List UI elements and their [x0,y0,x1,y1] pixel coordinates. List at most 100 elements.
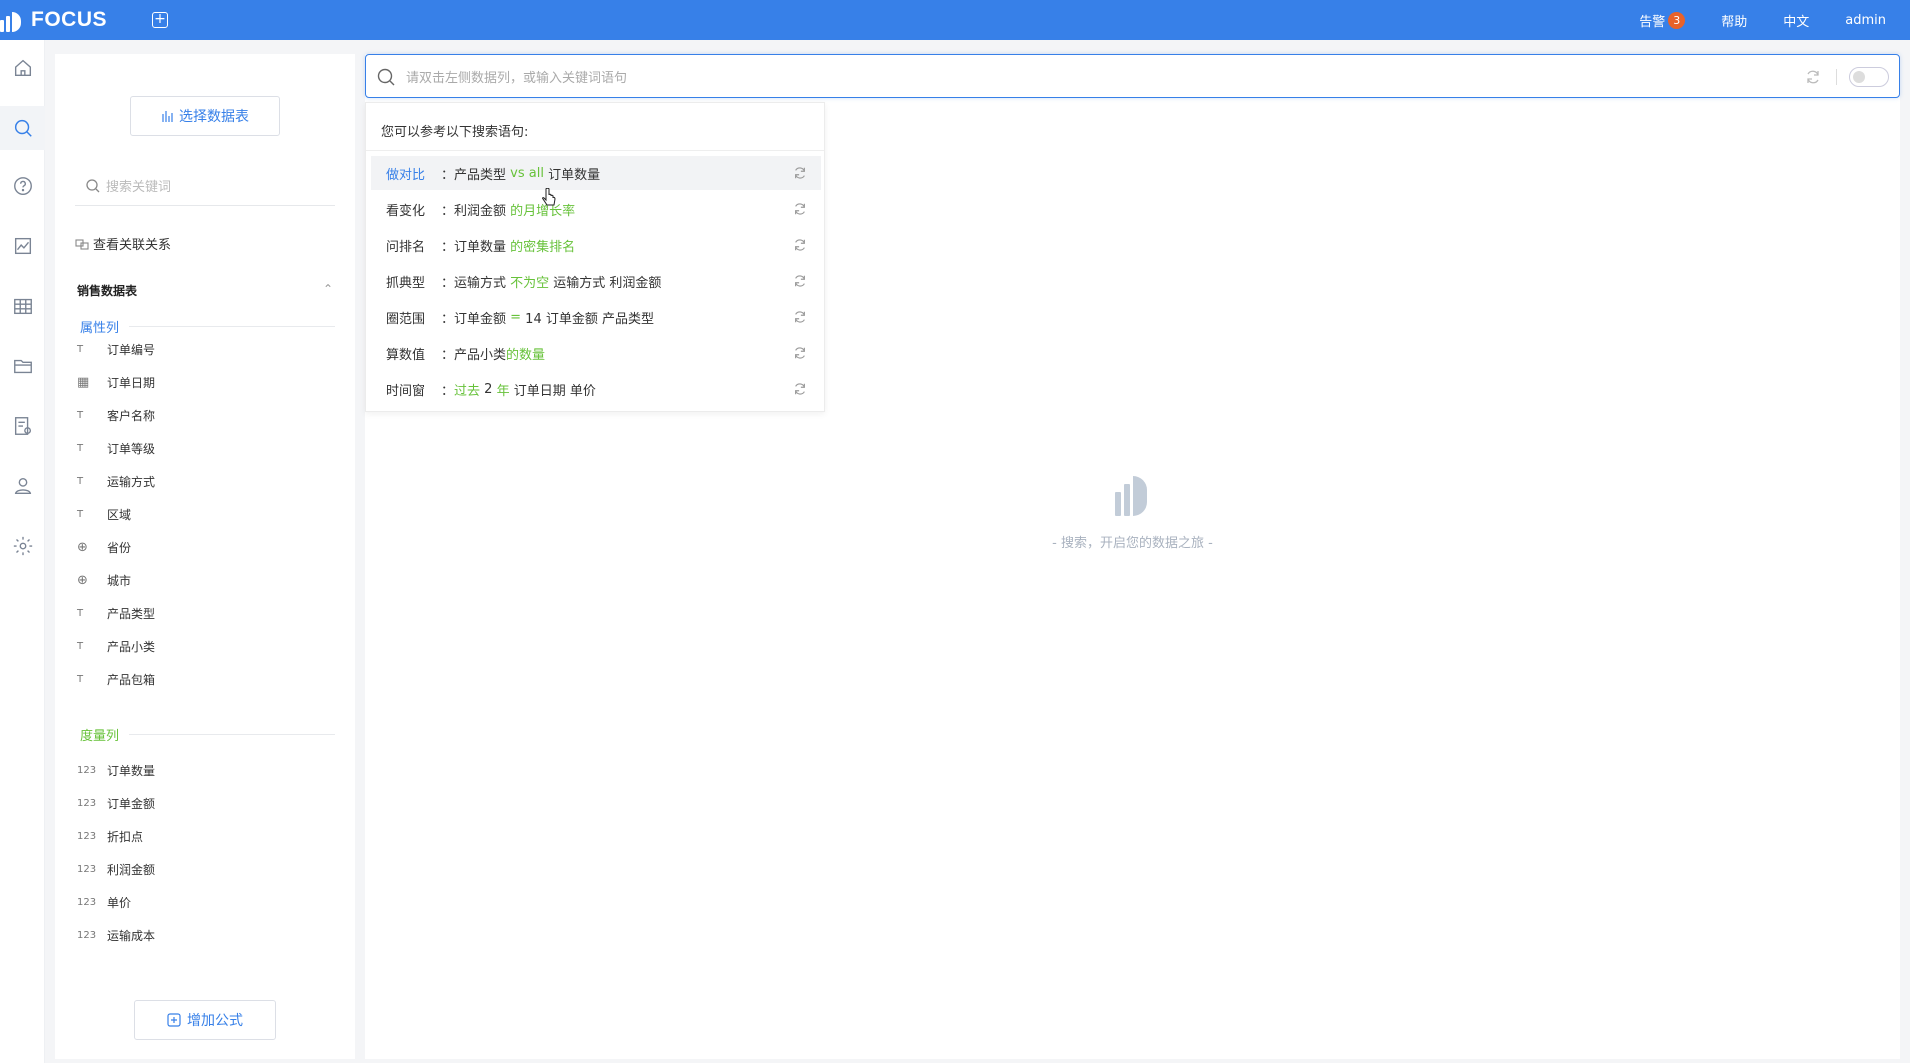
column-name: 折扣点 [107,829,144,844]
empty-state: - 搜索，开启您的数据之旅 - [365,474,1900,551]
attribute-column-item[interactable]: T 订单编号 [75,339,155,359]
suggestion-text: 14 订单金额 产品类型 [521,311,654,327]
suggestion-item[interactable]: 算数值 ：产品小类 的数量 [371,336,821,370]
chevron-up-icon[interactable]: ⌃ [323,282,333,299]
app-logo[interactable]: FOCUS [0,0,107,40]
attribute-column-item[interactable]: T 运输方式 [75,471,155,491]
suggestion-text: ： [441,383,455,399]
suggestion-item[interactable]: 看变化 ：利润金额 的月增长率 [371,192,821,226]
nav-search[interactable] [0,106,45,150]
suggestion-dropdown: 您可以参考以下搜索语句: 做对比 ：产品类型 vs all 订单数量 看变化 ：利润金… [365,102,825,412]
refresh-icon[interactable] [793,346,807,360]
measure-column-item[interactable]: 123 利润金额 [75,859,155,879]
refresh-icon[interactable] [1805,69,1821,85]
bar-chart-icon [162,111,173,122]
column-name: 城市 [107,573,132,588]
chart-icon [14,237,31,255]
column-name: 订单等级 [107,441,156,456]
toggle-knob [1853,71,1865,83]
measure-column-item[interactable]: 123 运输成本 [75,925,155,945]
attribute-column-item[interactable]: T 产品小类 [75,636,155,656]
search-icon [377,68,395,86]
nav-settings[interactable] [0,524,45,568]
suggestion-kind: 圈范围 [386,311,426,327]
attribute-group-label: 属性列 [80,321,120,336]
top-bar: FOCUS + 告警 3 帮助 中文 admin [0,0,1910,40]
suggestion-text: 2 [480,381,497,397]
add-tab-button[interactable]: + [152,12,168,28]
suggestion-item[interactable]: 抓典型 ：运输方式 不为空 运输方式 利润金额 [371,264,821,298]
suggestion-item[interactable]: 时间窗 ：过去 2 年 订单日期 单价 [371,372,821,406]
suggestion-text: ：订单金额 [441,311,511,327]
suggestion-kind: 看变化 [386,203,426,219]
attribute-column-item[interactable]: T 客户名称 [75,405,155,425]
refresh-icon[interactable] [793,274,807,288]
column-name: 运输方式 [107,474,156,489]
keyword-search-input[interactable]: 搜索关键词 [75,166,335,206]
add-formula-button[interactable]: 增加公式 [134,1000,276,1040]
attribute-column-item[interactable]: T 产品类型 [75,603,155,623]
query-input[interactable]: 请双击左侧数据列，或输入关键词语句 [365,54,1900,98]
mode-toggle[interactable] [1849,67,1889,87]
nav-charts[interactable] [0,224,45,268]
refresh-icon[interactable] [793,382,807,396]
attribute-column-item[interactable]: ▦ 订单日期 [75,372,155,392]
column-name: 产品包箱 [107,672,156,687]
measure-column-item[interactable]: 123 订单金额 [75,793,155,813]
attribute-column-item[interactable]: T 产品包箱 [75,669,155,689]
column-name: 单价 [107,895,132,910]
attribute-column-item[interactable]: ⊕ 城市 [75,570,131,590]
keyword-search-placeholder: 搜索关键词 [106,180,172,195]
column-name: 客户名称 [107,408,156,423]
number-type-icon: 123 [77,764,97,776]
suggestion-keyword: = [510,309,522,325]
attribute-column-item[interactable]: ⊕ 省份 [75,537,131,557]
select-table-button[interactable]: 选择数据表 [130,96,280,136]
suggestion-item[interactable]: 问排名 ：订单数量 的密集排名 [371,228,821,262]
refresh-icon[interactable] [793,166,807,180]
nav-tables[interactable] [0,284,45,328]
column-name: 区域 [107,507,132,522]
mouse-cursor-icon [542,188,556,206]
attribute-column-item[interactable]: T 订单等级 [75,438,155,458]
column-name: 产品小类 [107,639,156,654]
alerts-count-badge: 3 [1668,11,1686,29]
column-name: 订单日期 [107,375,156,390]
refresh-icon[interactable] [793,238,807,252]
measure-column-item[interactable]: 123 单价 [75,892,131,912]
measure-column-item[interactable]: 123 订单数量 [75,760,155,780]
help-link[interactable]: 帮助 [1721,11,1747,30]
nav-files[interactable] [0,344,45,388]
measure-group-header: 度量列 [80,725,335,744]
number-type-icon: 123 [77,797,97,809]
table-icon [13,298,32,315]
suggestion-kind: 算数值 [386,347,426,363]
table-header[interactable]: 销售数据表 ⌃ [77,282,333,299]
view-relations-link[interactable]: 查看关联关系 [75,234,171,253]
divider [129,326,335,327]
alerts-button[interactable]: 告警 3 [1639,11,1686,30]
nav-help[interactable] [0,164,45,208]
suggestion-text: ：利润金额 [441,203,511,219]
nav-home[interactable] [0,46,45,90]
nav-data-settings[interactable] [0,404,45,448]
refresh-icon[interactable] [793,202,807,216]
table-name: 销售数据表 [77,284,138,298]
language-switch[interactable]: 中文 [1783,11,1809,30]
data-panel: 选择数据表 搜索关键词 查看关联关系 销售数据表 ⌃ 属性列 T 订单编号 ▦ 订单日… [55,54,355,1059]
attribute-column-item[interactable]: T 区域 [75,504,131,524]
nav-users[interactable] [0,464,45,508]
suggestion-item[interactable]: 圈范围 ：订单金额 = 14 订单金额 产品类型 [371,300,821,334]
app-logo-text: FOCUS [31,8,107,31]
home-icon [14,59,31,77]
suggestion-item[interactable]: 做对比 ：产品类型 vs all 订单数量 [371,156,821,190]
suggestion-text: ：产品小类 [441,347,507,363]
user-menu[interactable]: admin [1845,13,1886,28]
alerts-label: 告警 [1639,14,1666,30]
column-name: 省份 [107,540,132,555]
suggestion-text: 订单数量 [543,167,601,183]
attribute-group-header: 属性列 [80,317,335,336]
suggestion-kind: 问排名 [386,239,426,255]
refresh-icon[interactable] [793,310,807,324]
measure-column-item[interactable]: 123 折扣点 [75,826,143,846]
